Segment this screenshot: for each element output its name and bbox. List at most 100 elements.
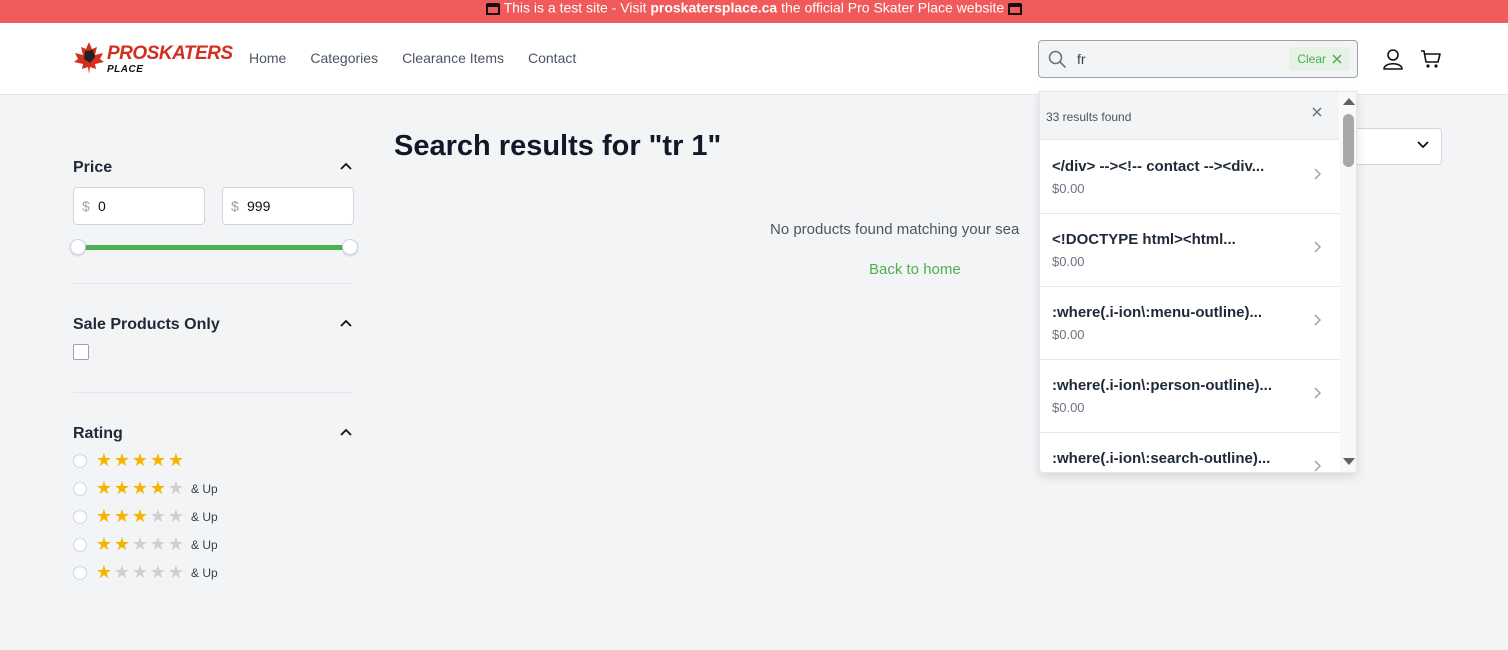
- price-min-value: 0: [98, 198, 106, 214]
- result-name: <!DOCTYPE html><html...: [1052, 231, 1236, 248]
- brand-logo[interactable]: PROSKATERS PLACE: [73, 39, 235, 79]
- chevron-up-icon[interactable]: [340, 162, 352, 170]
- chevron-right-icon: [1314, 168, 1321, 180]
- brand-sub: PLACE: [107, 64, 144, 75]
- slider-min-handle[interactable]: [70, 239, 86, 255]
- brand-name: PROSKATERS: [107, 43, 233, 64]
- star-icon: ★: [95, 534, 113, 555]
- user-icon[interactable]: [1382, 48, 1404, 70]
- star-icon: ★: [131, 562, 149, 583]
- star-icon: ★: [149, 506, 167, 527]
- nav-categories[interactable]: Categories: [310, 50, 378, 66]
- price-min-input[interactable]: $ 0: [73, 187, 205, 225]
- rating-radio[interactable]: [73, 566, 87, 580]
- star-icon: ★: [113, 534, 131, 555]
- star-icon: ★: [131, 478, 149, 499]
- star-icon: ★: [149, 562, 167, 583]
- search-clear-button[interactable]: Clear: [1289, 47, 1350, 71]
- skate-icon: [1008, 3, 1023, 15]
- scrollbar-thumb[interactable]: [1343, 114, 1354, 167]
- search-input[interactable]: [1077, 49, 1277, 69]
- search-result-item[interactable]: :where(.i-ion\:person-outline)... $0.00: [1040, 360, 1339, 433]
- rating-option[interactable]: ★ ★ ★ ★ ★ & Up: [73, 563, 218, 583]
- search-results-dropdown: 33 results found </div> --><!-- contact …: [1039, 91, 1357, 473]
- chevron-right-icon: [1314, 314, 1321, 326]
- price-max-value: 999: [247, 198, 271, 214]
- price-max-input[interactable]: $ 999: [222, 187, 354, 225]
- dropdown-scrollbar[interactable]: [1340, 92, 1356, 472]
- rating-suffix: & Up: [191, 510, 218, 524]
- rating-suffix: & Up: [191, 538, 218, 552]
- results-header: 33 results found: [1040, 92, 1339, 140]
- nav-home[interactable]: Home: [249, 50, 286, 66]
- result-price: $0.00: [1052, 254, 1085, 269]
- result-name: :where(.i-ion\:person-outline)...: [1052, 377, 1272, 394]
- scroll-down-arrow[interactable]: [1343, 458, 1355, 465]
- results-count: 33 results found: [1046, 110, 1132, 124]
- empty-results-message: No products found matching your sea: [770, 221, 1020, 238]
- close-icon[interactable]: [1311, 106, 1323, 118]
- search-result-item[interactable]: <!DOCTYPE html><html... $0.00: [1040, 214, 1339, 287]
- rating-radio[interactable]: [73, 510, 87, 524]
- rating-option[interactable]: ★ ★ ★ ★ ★ & Up: [73, 535, 218, 555]
- result-price: $0.00: [1052, 327, 1085, 342]
- divider: [73, 392, 354, 393]
- star-icon: ★: [113, 478, 131, 499]
- star-icon: ★: [149, 478, 167, 499]
- banner-suffix: the official Pro Skater Place website: [777, 0, 1005, 16]
- clear-label: Clear: [1297, 52, 1326, 66]
- rating-radio[interactable]: [73, 454, 87, 468]
- chevron-up-icon[interactable]: [340, 319, 352, 327]
- star-icon: ★: [149, 450, 167, 471]
- star-icon: ★: [167, 562, 185, 583]
- chevron-up-icon[interactable]: [340, 428, 352, 436]
- star-icon: ★: [167, 506, 185, 527]
- star-icon: ★: [113, 450, 131, 471]
- price-range-slider[interactable]: [70, 239, 358, 255]
- rating-radio[interactable]: [73, 538, 87, 552]
- result-price: $0.00: [1052, 400, 1085, 415]
- banner-site-link[interactable]: proskatersplace.ca: [650, 0, 777, 16]
- chevron-right-icon: [1314, 241, 1321, 253]
- result-name: :where(.i-ion\:menu-outline)...: [1052, 304, 1262, 321]
- search-box: Clear: [1038, 40, 1358, 78]
- banner-prefix: This is a test site - Visit: [503, 0, 651, 16]
- currency-symbol: $: [82, 198, 90, 214]
- star-icon: ★: [149, 534, 167, 555]
- rating-option[interactable]: ★ ★ ★ ★ ★ & Up: [73, 479, 218, 499]
- back-to-home-link[interactable]: Back to home: [869, 261, 961, 278]
- cart-icon[interactable]: [1420, 49, 1442, 69]
- result-name: :where(.i-ion\:search-outline)...: [1052, 450, 1271, 467]
- rating-filter-title: Rating: [73, 425, 123, 442]
- site-header: PROSKATERS PLACE Home Categories Clearan…: [0, 23, 1508, 95]
- currency-symbol: $: [231, 198, 239, 214]
- chevron-right-icon: [1314, 460, 1321, 472]
- search-result-item[interactable]: :where(.i-ion\:menu-outline)... $0.00: [1040, 287, 1339, 360]
- star-icon: ★: [167, 450, 185, 471]
- result-name: </div> --><!-- contact --><div...: [1052, 158, 1265, 175]
- star-icon: ★: [95, 478, 113, 499]
- rating-suffix: & Up: [191, 566, 218, 580]
- nav-contact[interactable]: Contact: [528, 50, 576, 66]
- rating-radio[interactable]: [73, 482, 87, 496]
- star-icon: ★: [131, 534, 149, 555]
- sale-filter-title: Sale Products Only: [73, 316, 220, 333]
- slider-max-handle[interactable]: [342, 239, 358, 255]
- search-icon: [1048, 50, 1066, 68]
- sale-only-checkbox[interactable]: [73, 344, 89, 360]
- rating-option[interactable]: ★ ★ ★ ★ ★ & Up: [73, 507, 218, 527]
- star-icon: ★: [131, 506, 149, 527]
- star-icon: ★: [113, 506, 131, 527]
- star-icon: ★: [113, 562, 131, 583]
- search-result-item[interactable]: :where(.i-ion\:search-outline)...: [1040, 433, 1339, 472]
- nav-clearance-items[interactable]: Clearance Items: [402, 50, 504, 66]
- star-icon: ★: [131, 450, 149, 471]
- search-result-item[interactable]: </div> --><!-- contact --><div... $0.00: [1040, 141, 1339, 214]
- scroll-up-arrow[interactable]: [1343, 98, 1355, 105]
- star-icon: ★: [95, 506, 113, 527]
- maple-leaf-icon: [74, 42, 104, 74]
- test-site-banner: This is a test site - Visit proskaterspl…: [0, 0, 1508, 23]
- price-filter-title: Price: [73, 159, 113, 176]
- rating-option[interactable]: ★ ★ ★ ★ ★: [73, 451, 185, 471]
- chevron-right-icon: [1314, 387, 1321, 399]
